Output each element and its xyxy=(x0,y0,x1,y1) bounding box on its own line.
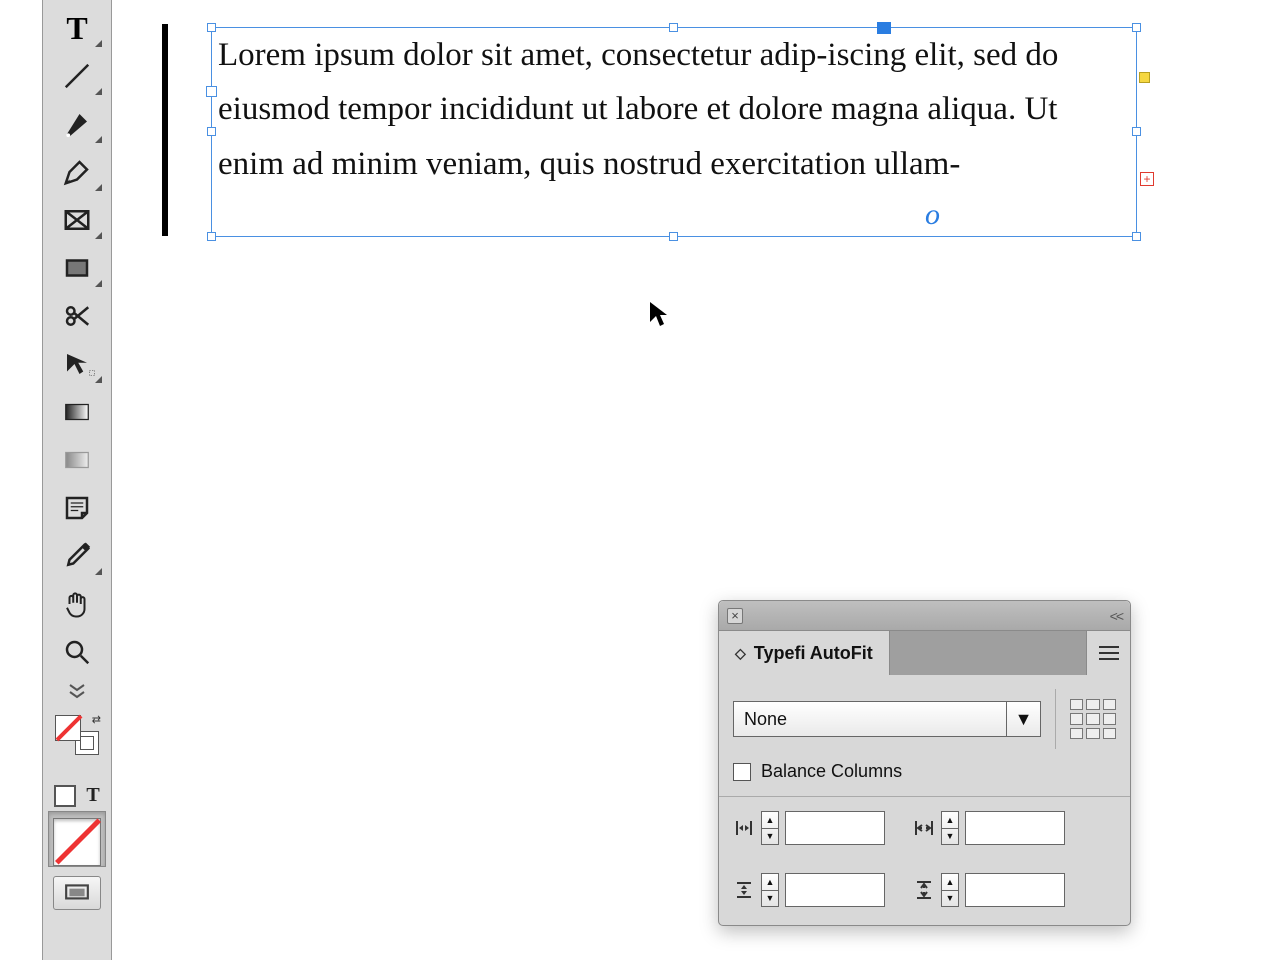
text-in-port[interactable] xyxy=(206,86,217,97)
pencil-tool[interactable] xyxy=(48,149,106,195)
selection-handle[interactable] xyxy=(1132,232,1141,241)
max-width-icon xyxy=(913,817,935,839)
max-height-input[interactable] xyxy=(965,873,1065,907)
apply-to-row: T xyxy=(54,784,99,807)
close-icon[interactable]: × xyxy=(727,608,743,624)
mouse-cursor-icon xyxy=(648,300,668,335)
balance-columns-label: Balance Columns xyxy=(761,761,902,782)
max-width-field: ▲▼ xyxy=(913,811,1065,845)
menu-icon xyxy=(1099,652,1119,654)
text-caret-indicator xyxy=(162,24,168,236)
tools-panel: T ⇄ xyxy=(42,0,112,960)
max-height-icon xyxy=(913,879,935,901)
autofit-preset-value: None xyxy=(734,702,1006,736)
selection-handle[interactable] xyxy=(669,23,678,32)
min-width-spinner[interactable]: ▲▼ xyxy=(761,811,779,845)
free-transform-tool[interactable] xyxy=(48,341,106,387)
min-height-field: ▲▼ xyxy=(733,873,885,907)
selection-handle[interactable] xyxy=(207,127,216,136)
overset-text-indicator[interactable]: + xyxy=(1140,172,1154,186)
apply-to-container[interactable] xyxy=(54,785,76,807)
line-tool[interactable] xyxy=(48,53,106,99)
min-width-icon xyxy=(733,817,755,839)
panel-tab-strip: ◇ Typefi AutoFit xyxy=(719,631,1130,675)
zoom-tool[interactable] xyxy=(48,629,106,675)
autofit-relation-handle[interactable] xyxy=(877,22,891,34)
live-corner-handle[interactable] xyxy=(1139,72,1150,83)
max-height-field: ▲▼ xyxy=(913,873,1065,907)
selection-handle[interactable] xyxy=(207,232,216,241)
toolbar-expand[interactable] xyxy=(48,677,106,705)
max-width-spinner[interactable]: ▲▼ xyxy=(941,811,959,845)
apply-to-text[interactable]: T xyxy=(86,784,99,807)
tab-typefi-autofit[interactable]: ◇ Typefi AutoFit xyxy=(719,631,890,675)
note-tool[interactable] xyxy=(48,485,106,531)
autofit-preset-select[interactable]: None ▼ xyxy=(733,701,1041,737)
balance-columns-checkbox[interactable] xyxy=(733,763,751,781)
tab-expand-icon: ◇ xyxy=(735,645,746,662)
panel-title: Typefi AutoFit xyxy=(754,643,873,664)
autofit-origin-marker: o xyxy=(925,198,940,232)
swap-fill-stroke-icon[interactable]: ⇄ xyxy=(92,713,101,726)
typefi-autofit-panel: × << ◇ Typefi AutoFit None ▼ Balance Col… xyxy=(718,600,1131,926)
max-width-input[interactable] xyxy=(965,811,1065,845)
selection-handle[interactable] xyxy=(669,232,678,241)
scissors-tool[interactable] xyxy=(48,293,106,339)
eyedropper-tool[interactable] xyxy=(48,533,106,579)
apply-none-swatch[interactable] xyxy=(48,811,106,867)
panel-menu-button[interactable] xyxy=(1086,631,1130,675)
selection-handle[interactable] xyxy=(1132,23,1141,32)
text-frame[interactable]: Lorem ipsum dolor sit amet, consectetur … xyxy=(212,28,1136,236)
min-height-spinner[interactable]: ▲▼ xyxy=(761,873,779,907)
selection-handle[interactable] xyxy=(1132,127,1141,136)
collapse-icon[interactable]: << xyxy=(1110,608,1122,624)
none-stroke-icon xyxy=(56,715,83,742)
none-swatch-icon xyxy=(55,819,101,865)
chevron-down-icon: ▼ xyxy=(1006,702,1040,736)
hand-tool[interactable] xyxy=(48,581,106,627)
text-frame-content[interactable]: Lorem ipsum dolor sit amet, consectetur … xyxy=(212,28,1136,191)
anchor-reference-grid[interactable] xyxy=(1070,699,1116,739)
gradient-swatch-tool[interactable] xyxy=(48,389,106,435)
rectangle-frame-tool[interactable] xyxy=(48,197,106,243)
rectangle-tool[interactable] xyxy=(48,245,106,291)
screen-mode-button[interactable] xyxy=(53,876,101,910)
gradient-feather-tool[interactable] xyxy=(48,437,106,483)
max-height-spinner[interactable]: ▲▼ xyxy=(941,873,959,907)
fill-stroke-swatch[interactable]: ⇄ xyxy=(48,707,106,763)
min-width-field: ▲▼ xyxy=(733,811,885,845)
selection-handle[interactable] xyxy=(207,23,216,32)
type-tool[interactable]: T xyxy=(48,5,106,51)
min-height-icon xyxy=(733,879,755,901)
min-width-input[interactable] xyxy=(785,811,885,845)
min-height-input[interactable] xyxy=(785,873,885,907)
pen-tool[interactable] xyxy=(48,101,106,147)
panel-titlebar[interactable]: × << xyxy=(719,601,1130,631)
